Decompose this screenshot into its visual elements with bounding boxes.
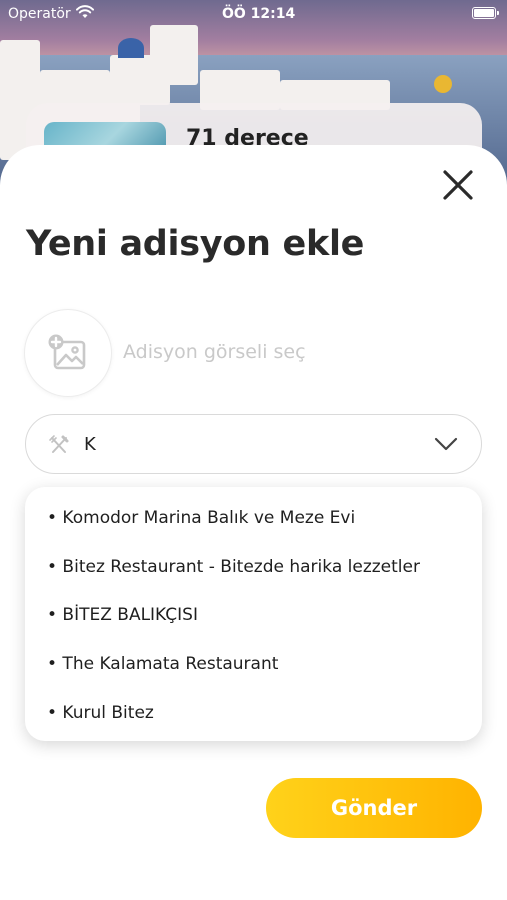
- dropdown-option[interactable]: • The Kalamata Restaurant: [47, 654, 278, 674]
- dropdown-option[interactable]: • Komodor Marina Balık ve Meze Evi: [47, 508, 355, 528]
- dropdown-option[interactable]: • BİTEZ BALIKÇISI: [47, 605, 198, 625]
- clock: ÖÖ 12:14: [222, 6, 296, 22]
- dropdown-option[interactable]: • Bitez Restaurant - Bitezde harika lezz…: [47, 557, 420, 577]
- carrier-label: Operatör: [8, 6, 71, 22]
- restaurant-dropdown: • Komodor Marina Balık ve Meze Evi • Bit…: [25, 487, 482, 741]
- fork-knife-icon: [49, 435, 69, 453]
- restaurant-search-value[interactable]: K: [84, 434, 96, 455]
- dropdown-option[interactable]: • Kurul Bitez: [47, 703, 154, 723]
- status-bar: Operatör ÖÖ 12:14: [0, 0, 507, 28]
- wifi-icon: [76, 5, 94, 18]
- battery-icon: [472, 7, 499, 19]
- page-title: Yeni adisyon ekle: [26, 224, 365, 264]
- add-image-icon: [48, 334, 86, 370]
- image-picker-label[interactable]: Adisyon görseli seç: [123, 341, 306, 363]
- image-picker-button[interactable]: [24, 309, 112, 397]
- close-icon[interactable]: [438, 165, 478, 205]
- submit-button[interactable]: Gönder: [266, 778, 482, 838]
- restaurant-select[interactable]: K: [25, 414, 482, 474]
- chevron-down-icon[interactable]: [434, 436, 458, 452]
